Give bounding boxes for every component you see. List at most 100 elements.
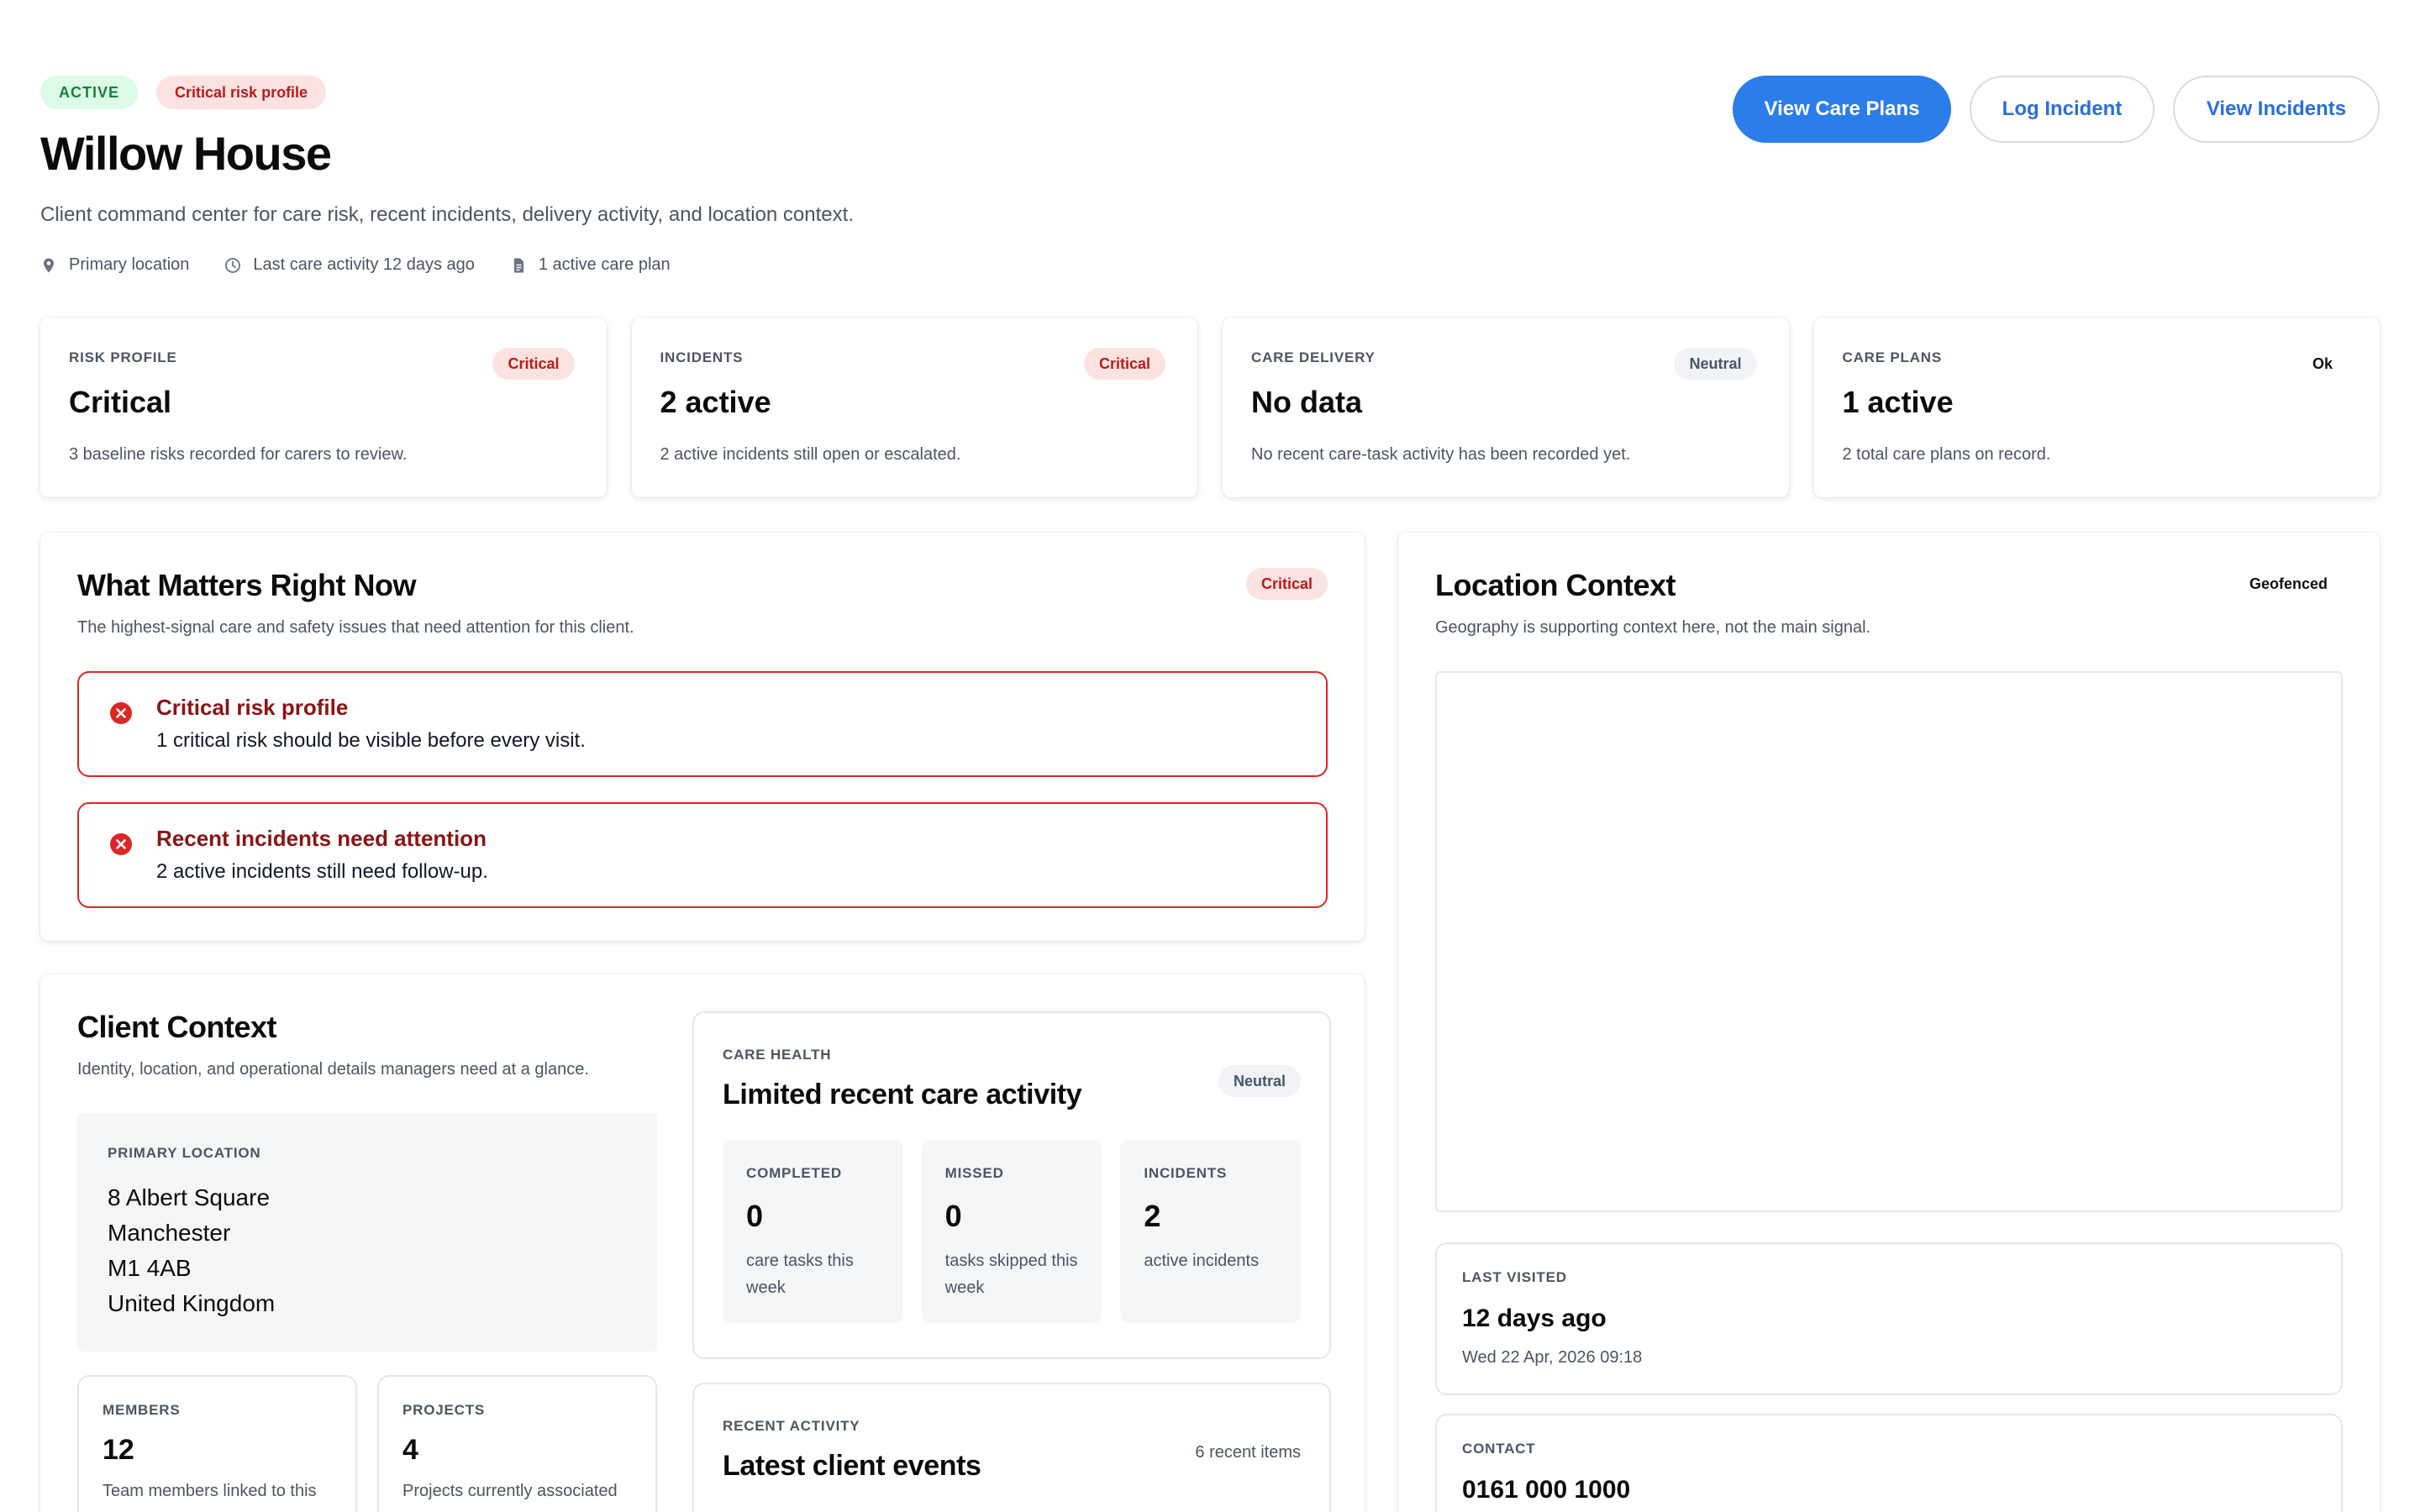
alert-title: Recent incidents need attention [156,826,487,851]
stat-card-incidents: INCIDENTS Critical 2 active 2 active inc… [631,318,1197,497]
alert-text: 2 active incidents still need follow-up. [156,860,488,883]
address-line: Manchester [108,1220,231,1246]
metric-label: MISSED [944,1165,1004,1181]
alert-card[interactable]: Recent incidents need attention 2 active… [77,802,1328,908]
mini-label: PROJECTS [402,1402,486,1418]
error-circle-icon [110,702,132,724]
page-title: Willow House [40,127,332,180]
metric-missed: MISSED 0 tasks skipped this week [921,1140,1102,1323]
mini-desc: Projects currently associated [402,1482,618,1500]
info-value: 12 days ago [1462,1305,1607,1332]
view-incidents-button[interactable]: View Incidents [2173,76,2380,143]
page-subtitle: Client command center for care risk, rec… [40,203,854,226]
mini-value: 4 [402,1434,418,1466]
alert-card[interactable]: Critical risk profile 1 critical risk sh… [77,671,1328,777]
panel-subtitle: The highest-signal care and safety issue… [77,618,634,637]
primary-location-label: PRIMARY LOCATION [108,1145,261,1161]
care-metrics: COMPLETED 0 care tasks this week MISSED … [723,1140,1302,1323]
alert-title: Critical risk profile [156,695,349,720]
metric-desc: active incidents [1144,1252,1260,1270]
clock-icon [225,257,241,273]
mini-label: MEMBERS [103,1402,181,1418]
info-timestamp: Wed 22 Apr, 2026 09:18 [1462,1348,1643,1367]
panel-title: Client Context [77,1010,277,1044]
metric-value: 2 [1144,1199,1161,1233]
mini-desc: Team members linked to this [103,1482,317,1500]
what-matters-panel: What Matters Right Now Critical The high… [40,533,1365,941]
map-view[interactable] [1435,671,2343,1212]
address-line: United Kingdom [108,1290,276,1316]
panel-badge: Critical [1245,568,1328,600]
panel-subtitle: Geography is supporting context here, no… [1435,618,1871,637]
meta-last-activity-label: Last care activity 12 days ago [253,255,475,274]
client-context-main: Client Context Identity, location, and o… [77,1010,657,1512]
log-incident-button[interactable]: Log Incident [1970,76,2154,143]
stat-cards: RISK PROFILE Critical Critical 3 baselin… [40,318,2380,497]
recent-count: 6 recent items [1195,1443,1301,1462]
stat-card-care-delivery: CARE DELIVERY Neutral No data No recent … [1223,318,1789,497]
stat-desc: 2 active incidents still open or escalat… [660,445,961,464]
alert-text: 1 critical risk should be visible before… [156,729,586,752]
risk-badge: Critical risk profile [156,76,327,109]
stat-value: 2 active [660,385,771,419]
stat-desc: 3 baseline risks recorded for carers to … [69,445,408,464]
header-badges: ACTIVE Critical risk profile [40,76,327,109]
client-dashboard: ACTIVE Critical risk profile Willow Hous… [0,0,2420,1512]
metric-incidents: INCIDENTS 2 active incidents [1120,1140,1302,1323]
mini-value: 12 [103,1434,134,1466]
meta-location: Primary location [40,255,189,275]
care-health-title: Limited recent care activity [723,1079,1082,1110]
panel-subtitle: Identity, location, and operational deta… [77,1060,589,1079]
metric-value: 0 [944,1199,962,1233]
stat-card-risk-profile: RISK PROFILE Critical Critical 3 baselin… [40,318,607,497]
stat-value: No data [1251,385,1363,419]
care-health-badge: Neutral [1218,1065,1301,1097]
primary-location-box: PRIMARY LOCATION 8 Albert Square Manches… [77,1113,657,1352]
address-line: 8 Albert Square [108,1184,271,1210]
status-badge: ACTIVE [40,76,139,109]
meta-last-activity: Last care activity 12 days ago [224,255,475,275]
address: 8 Albert Square Manchester M1 4AB United… [108,1180,627,1321]
care-health-label: CARE HEALTH [723,1047,832,1063]
geofenced-badge: Geofenced [2249,575,2328,592]
panel-title: Location Context [1435,568,1676,602]
panel-title: What Matters Right Now [77,568,416,602]
projects-card: PROJECTS 4 Projects currently associated [377,1375,657,1512]
info-label: LAST VISITED [1462,1269,1567,1285]
location-context-panel: Location Context Geofenced Geography is … [1398,533,2380,1512]
stat-badge: Critical [492,348,575,380]
care-health-card: CARE HEALTH Neutral Limited recent care … [692,1011,1331,1359]
document-icon [513,258,523,272]
metric-value: 0 [746,1199,764,1233]
metric-completed: COMPLETED 0 care tasks this week [723,1140,903,1323]
client-context-panel: Client Context Identity, location, and o… [40,974,1365,1512]
header-meta: Primary location Last care activity 12 d… [40,255,671,275]
contact-phone[interactable]: 0161 000 1000 [1462,1476,2316,1504]
stat-value: 1 active [1842,385,1954,419]
view-care-plans-button[interactable]: View Care Plans [1733,76,1951,143]
metric-desc: care tasks this week [746,1252,854,1297]
recent-activity-card: RECENT ACTIVITY 6 recent items Latest cl… [692,1383,1331,1512]
stat-badge: Neutral [1674,348,1757,380]
meta-care-plans-label: 1 active care plan [538,255,671,274]
stat-label: CARE PLANS [1842,349,1943,365]
stat-value: Critical [69,385,172,419]
error-circle-icon [110,833,132,855]
stat-badge: Ok [2312,354,2333,372]
meta-care-plans: 1 active care plan [510,255,671,275]
stat-desc: No recent care-task activity has been re… [1251,445,1631,464]
stat-badge: Critical [1083,348,1165,380]
stat-desc: 2 total care plans on record. [1842,445,2051,464]
meta-location-label: Primary location [69,255,190,274]
metric-label: COMPLETED [746,1165,842,1181]
header-actions: View Care Plans Log Incident View Incide… [1733,76,2380,143]
members-card: MEMBERS 12 Team members linked to this [77,1375,357,1512]
info-label: CONTACT [1462,1441,1536,1457]
metric-desc: tasks skipped this week [944,1252,1078,1297]
client-counts: MEMBERS 12 Team members linked to this P… [77,1375,657,1512]
recent-activity-label: RECENT ACTIVITY [723,1418,860,1434]
last-visited-card: LAST VISITED 12 days ago Wed 22 Apr, 202… [1435,1242,2343,1395]
address-line: M1 4AB [108,1255,192,1281]
metric-label: INCIDENTS [1144,1165,1228,1181]
map-pin-icon [44,258,54,272]
